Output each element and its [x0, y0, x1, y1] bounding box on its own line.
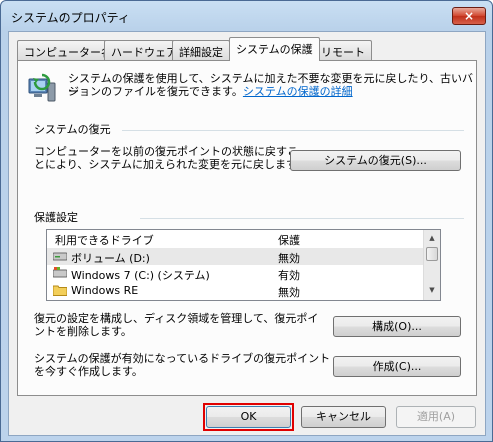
drive-status: 無効	[278, 252, 300, 265]
create-desc-line2: を今すぐ作成します。	[34, 365, 143, 378]
dialog-client-area: コンピューター名 ハードウェア 詳細設定 システムの保護 リモート システムの保…	[8, 31, 486, 436]
drive-list[interactable]: 利用できるドライブ 保護 ボリューム (D:) 無効 Windows 7 (C:…	[46, 229, 441, 301]
window-title: システムのプロパティ	[11, 11, 130, 25]
drive-row[interactable]: Windows 7 (C:) (システム) 有効	[47, 265, 424, 282]
tab-panel-system-protection: システムの保護を使用して、システムに加えた不要な変更を元に戻したり、古いバー ジ…	[17, 60, 477, 396]
protection-group-divider	[140, 218, 464, 219]
create-desc-line1: システムの保護が有効になっているドライブの復元ポイント	[34, 352, 331, 365]
title-bar[interactable]: システムのプロパティ ×	[1, 1, 492, 31]
ok-button[interactable]: OK	[206, 406, 291, 428]
close-icon: ×	[463, 9, 475, 23]
drive-icon	[53, 252, 67, 261]
configure-desc-line1: 復元の設定を構成し、ディスク領域を管理して、復元ポイ	[34, 312, 319, 325]
configure-button[interactable]: 構成(O)...	[333, 316, 461, 337]
tab-advanced[interactable]: 詳細設定	[172, 40, 230, 60]
system-protection-icon	[28, 73, 56, 102]
drive-name: Windows RE	[71, 284, 139, 297]
apply-button[interactable]: 適用(A)	[396, 406, 476, 428]
drive-row[interactable]: Windows RE 無効	[47, 282, 424, 299]
cancel-button[interactable]: キャンセル	[301, 406, 386, 428]
scroll-thumb[interactable]	[426, 247, 438, 261]
column-header-protection[interactable]: 保護	[278, 232, 300, 248]
restore-desc-line2: とにより、システムに加えられた変更を元に戻します。	[34, 158, 307, 171]
intro-text-line2: ジョンのファイルを復元できます。	[68, 85, 243, 98]
drive-name: ボリューム (D:)	[71, 252, 150, 265]
close-button[interactable]: ×	[452, 7, 486, 25]
drive-row[interactable]: ボリューム (D:) 無効	[47, 248, 424, 265]
intro-text-line2-row: ジョンのファイルを復元できます。システムの保護の詳細	[68, 85, 353, 98]
system-restore-button[interactable]: システムの復元(S)...	[290, 150, 461, 171]
tab-system-protection[interactable]: システムの保護	[229, 37, 320, 61]
drive-list-header: 利用できるドライブ 保護	[47, 230, 424, 249]
scroll-up-icon[interactable]: ▲	[425, 231, 439, 246]
scroll-down-icon[interactable]: ▼	[425, 283, 439, 298]
create-button[interactable]: 作成(C)...	[333, 356, 461, 377]
drive-list-scrollbar[interactable]: ▲ ▼	[423, 230, 440, 300]
system-protection-details-link[interactable]: システムの保護の詳細	[243, 85, 353, 98]
tab-remote[interactable]: リモート	[314, 40, 372, 60]
restore-group-header: システムの復元	[34, 123, 111, 136]
column-header-drives[interactable]: 利用できるドライブ	[55, 232, 154, 248]
system-properties-window: システムのプロパティ × コンピューター名 ハードウェア 詳細設定 システムの保…	[0, 0, 493, 442]
folder-icon	[53, 285, 67, 296]
drive-name: Windows 7 (C:) (システム)	[71, 269, 210, 282]
protection-group-header: 保護設定	[34, 211, 78, 224]
system-drive-icon	[53, 267, 67, 278]
restore-group-divider	[122, 130, 464, 131]
drive-status: 無効	[278, 286, 300, 299]
drive-status: 有効	[278, 269, 300, 282]
configure-desc-line2: ントを削除します。	[34, 325, 132, 338]
restore-desc-line1: コンピューターを以前の復元ポイントの状態に戻すこ	[34, 145, 298, 158]
